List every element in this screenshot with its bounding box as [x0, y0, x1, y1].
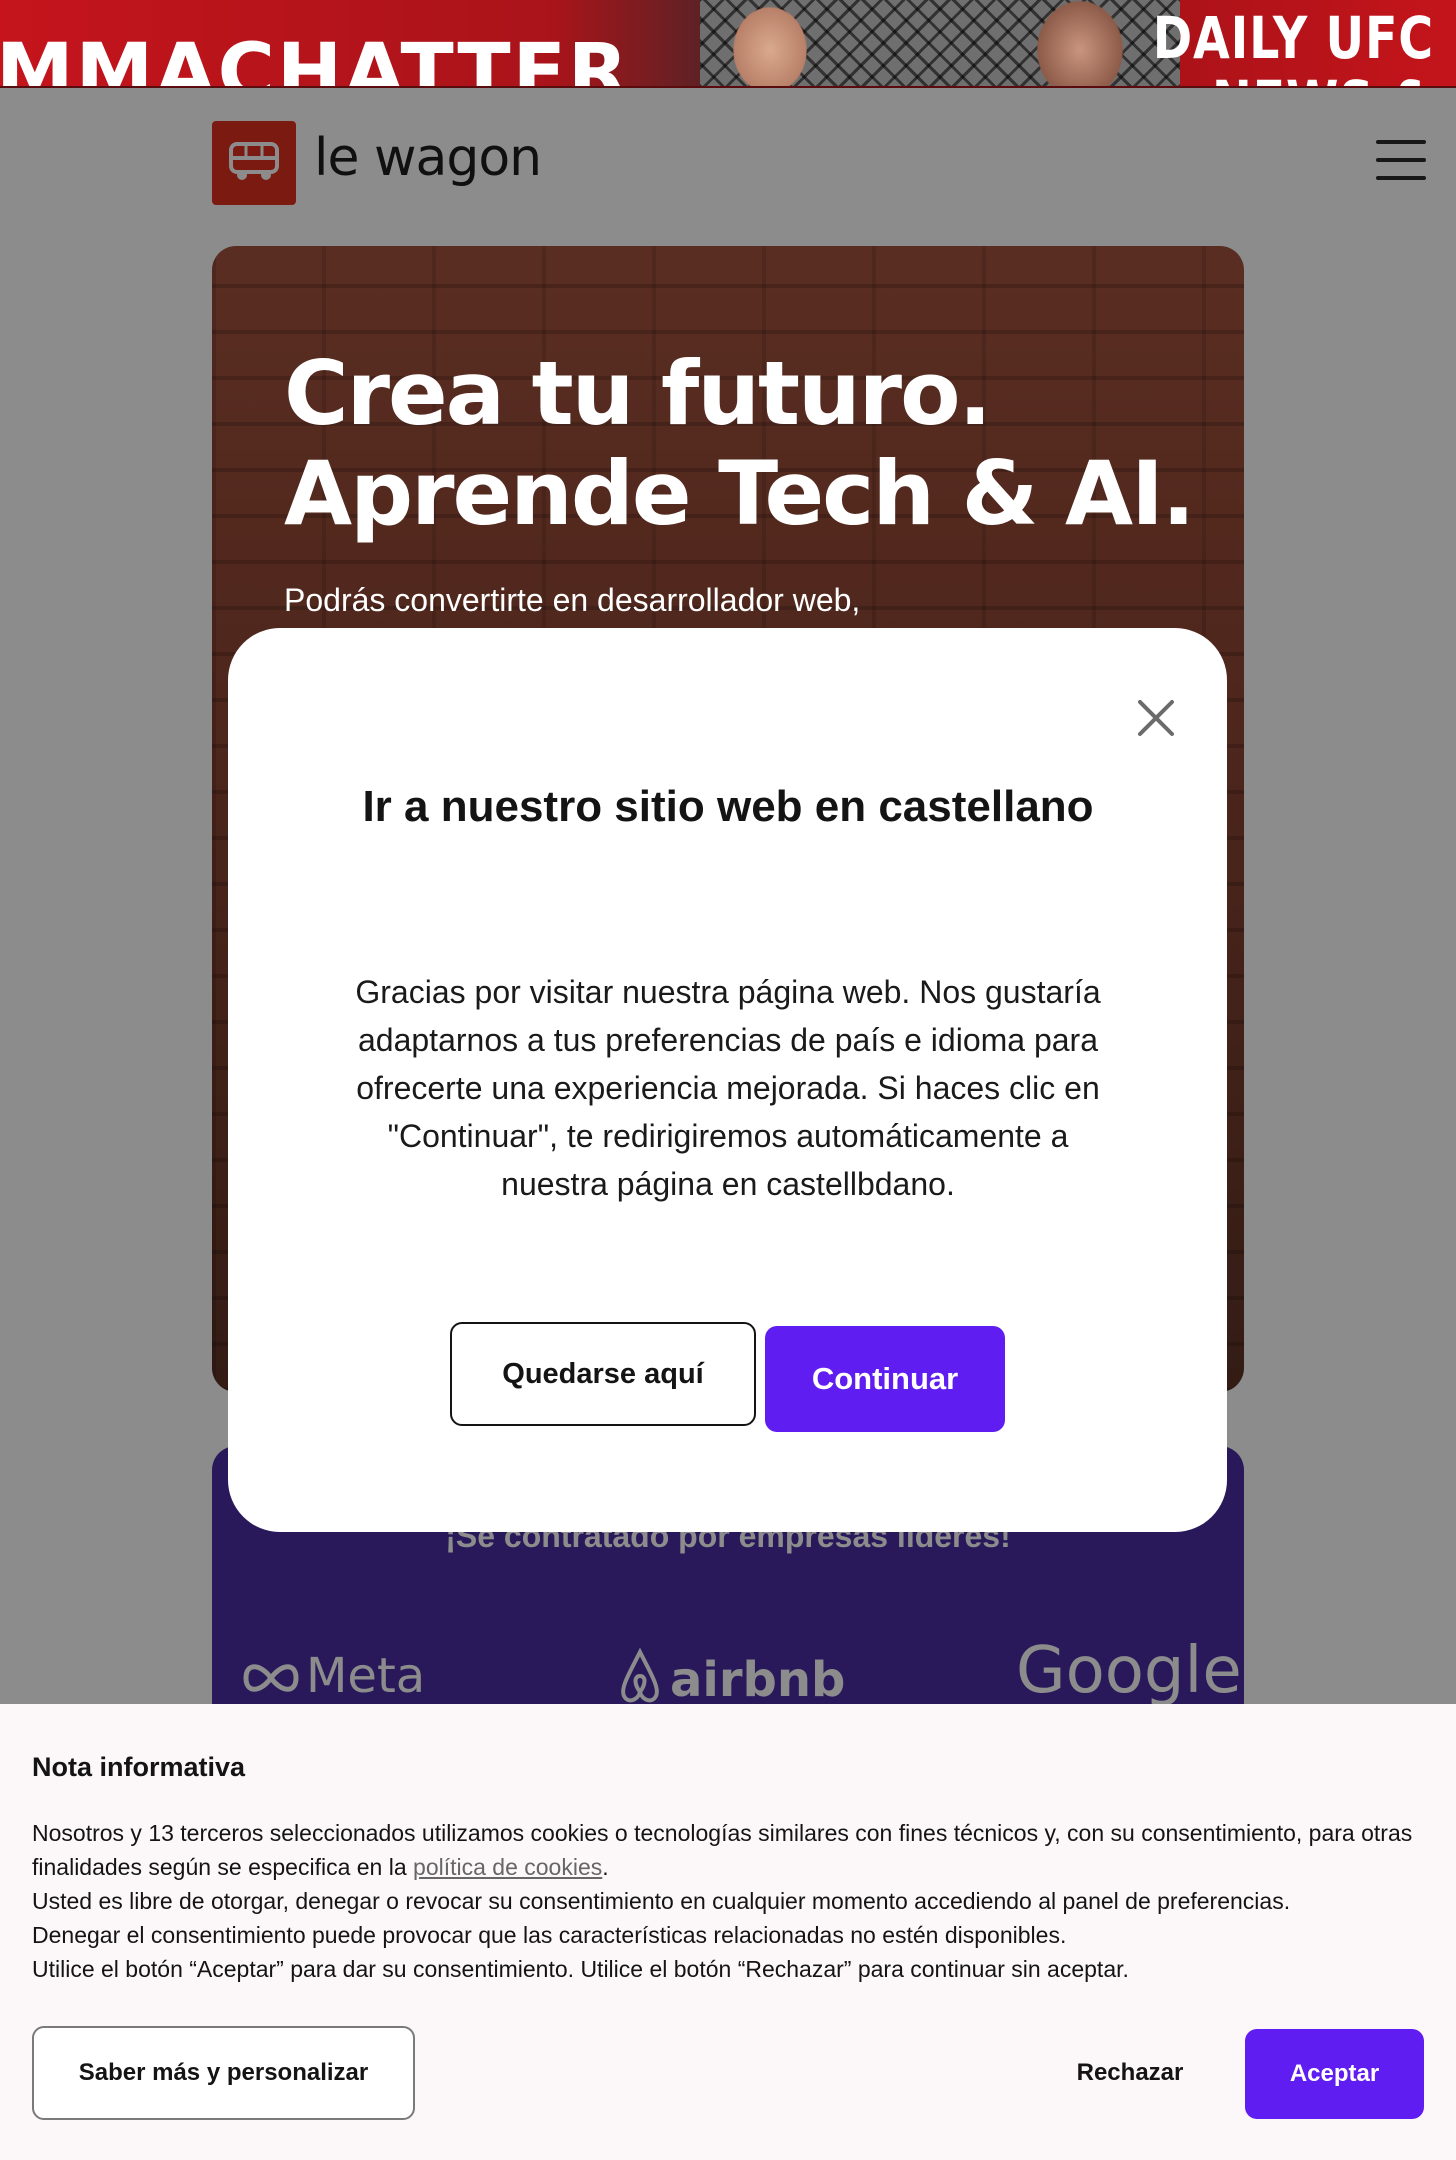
accept-button[interactable]: Aceptar [1245, 2029, 1424, 2119]
ad-left-text: MMACHATTER [0, 28, 630, 88]
cookie-text-line2: Usted es libre de otorgar, denegar o rev… [32, 1888, 1291, 1914]
reject-button[interactable]: Rechazar [1052, 2026, 1208, 2120]
hero-subtitle: Podrás convertirte en desarrollador web, [284, 582, 861, 618]
cookie-text-line4: Utilice el botón “Aceptar” para dar su c… [32, 1956, 1129, 1982]
continue-button[interactable]: Continuar [765, 1326, 1005, 1432]
ad-right-text: DAILY UFC NEWS & [1152, 4, 1434, 86]
stay-here-button[interactable]: Quedarse aquí [450, 1322, 756, 1426]
cookie-text-part1: Nosotros y 13 terceros seleccionados uti… [32, 1820, 1413, 1880]
ad-right-line1: DAILY UFC [1152, 4, 1434, 72]
cookie-banner: Nota informativa Nosotros y 13 terceros … [0, 1704, 1456, 2160]
modal-title: Ir a nuestro sitio web en castellano [362, 782, 1094, 831]
ad-image [700, 0, 1180, 86]
cookie-text-line3: Denegar el consentimiento puede provocar… [32, 1922, 1067, 1948]
ad-right-line2: NEWS & [1153, 70, 1434, 86]
ad-banner[interactable]: MMACHATTER DAILY UFC NEWS & [0, 0, 1456, 88]
cookie-policy-link[interactable]: política de cookies [413, 1854, 602, 1880]
hero-title-line2: Aprende Tech & AI. [284, 442, 1195, 545]
cookie-text-part2: . [602, 1854, 609, 1880]
cookie-text-line1: Nosotros y 13 terceros seleccionados uti… [32, 1816, 1442, 1884]
hero-title: Crea tu futuro. Aprende Tech & AI. [284, 342, 1195, 545]
language-redirect-modal: Ir a nuestro sitio web en castellano Gra… [228, 628, 1227, 1532]
modal-body-text: Gracias por visitar nuestra página web. … [355, 974, 1101, 1202]
hero-title-line1: Crea tu futuro. [284, 342, 992, 445]
cookie-title: Nota informativa [32, 1752, 246, 1782]
close-icon[interactable] [1128, 690, 1184, 746]
learn-more-customize-button[interactable]: Saber más y personalizar [32, 2026, 415, 2120]
cookie-text: Nosotros y 13 terceros seleccionados uti… [32, 1816, 1442, 1986]
